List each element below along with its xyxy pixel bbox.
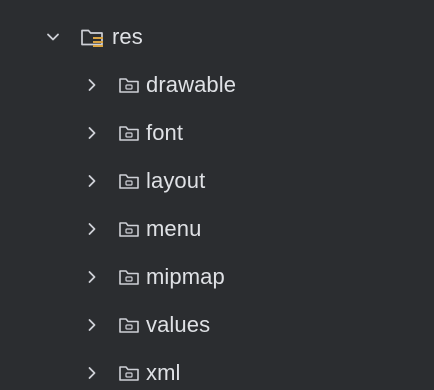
chevron-down-icon[interactable] <box>45 29 61 45</box>
tree-node-label: font <box>146 120 184 145</box>
tree-node-label: mipmap <box>146 264 225 289</box>
folder-icon <box>118 218 140 240</box>
folder-icon <box>118 362 140 384</box>
resource-folder-icon <box>80 25 106 49</box>
tree-node-mipmap[interactable]: mipmap <box>84 253 225 301</box>
chevron-right-icon[interactable] <box>84 269 100 285</box>
tree-node-label: drawable <box>146 72 237 97</box>
tree-node-values[interactable]: values <box>84 301 210 349</box>
chevron-right-icon[interactable] <box>84 365 100 381</box>
chevron-right-icon[interactable] <box>84 173 100 189</box>
folder-icon <box>118 266 140 288</box>
tree-node-res[interactable]: res <box>45 13 143 61</box>
chevron-right-icon[interactable] <box>84 77 100 93</box>
tree-node-label: res <box>112 24 143 49</box>
tree-node-xml[interactable]: xml <box>84 349 181 390</box>
tree-node-drawable[interactable]: drawable <box>84 61 236 109</box>
folder-icon <box>118 314 140 336</box>
chevron-right-icon[interactable] <box>84 221 100 237</box>
tree-node-font[interactable]: font <box>84 109 183 157</box>
folder-icon <box>118 170 140 192</box>
tree-node-label: xml <box>146 360 181 385</box>
chevron-right-icon[interactable] <box>84 317 100 333</box>
tree-node-menu[interactable]: menu <box>84 205 201 253</box>
tree-node-layout[interactable]: layout <box>84 157 205 205</box>
chevron-right-icon[interactable] <box>84 125 100 141</box>
folder-icon <box>118 122 140 144</box>
folder-icon <box>118 74 140 96</box>
tree-node-label: values <box>146 312 211 337</box>
tree-node-label: menu <box>146 216 202 241</box>
project-tree: res drawable font layout menu mipmap val… <box>0 0 434 390</box>
tree-node-label: layout <box>146 168 206 193</box>
